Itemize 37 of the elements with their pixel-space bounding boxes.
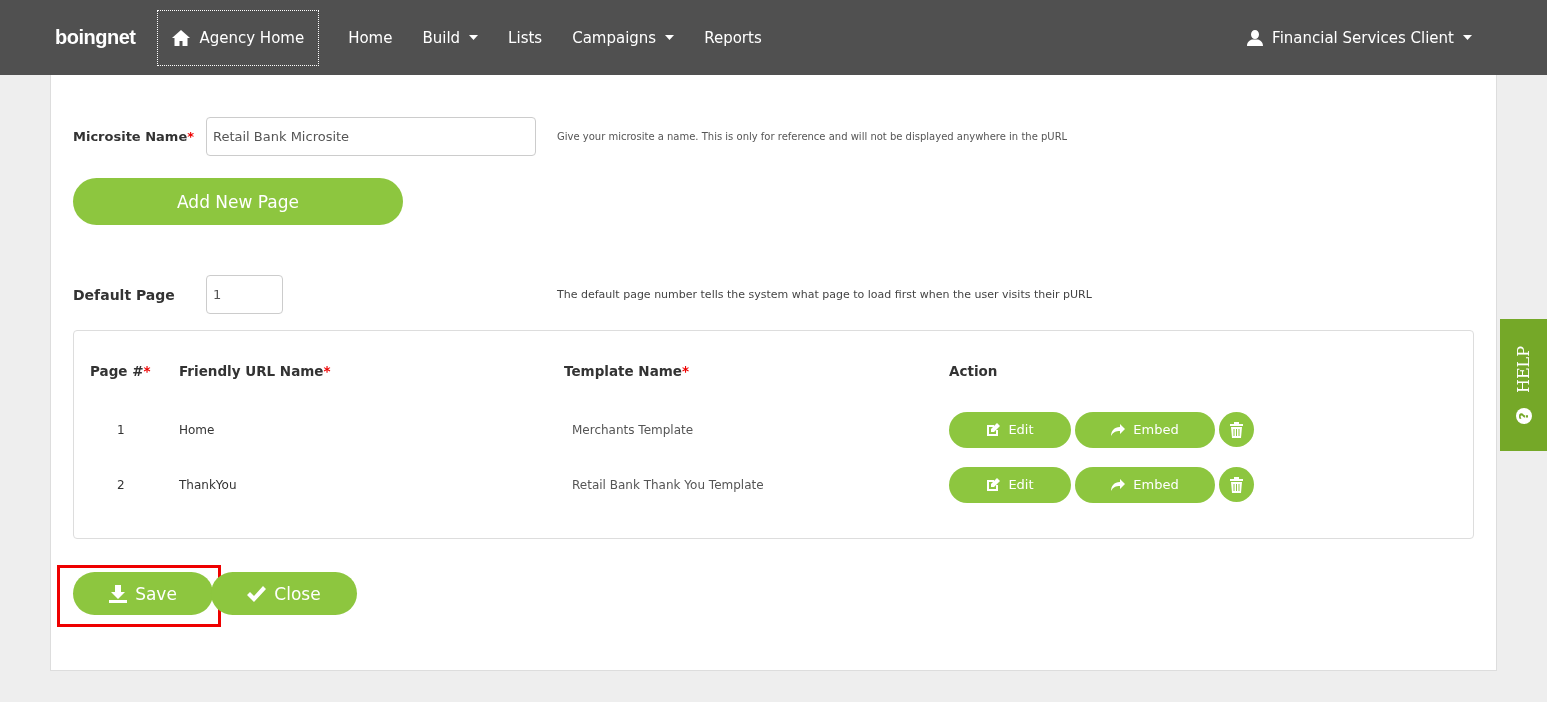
user-menu[interactable]: Financial Services Client [1232, 9, 1487, 66]
delete-button[interactable] [1219, 467, 1254, 502]
download-icon [109, 584, 128, 603]
hint-text: The default page number tells the system what page to load first when the user visits their pURL [557, 288, 1092, 301]
delete-button[interactable] [1219, 412, 1254, 447]
question-icon: ? [1515, 407, 1532, 424]
arrow-icon [1111, 478, 1126, 491]
table-cell-text: Home [179, 422, 216, 437]
user-icon [1247, 29, 1264, 46]
edit-icon [986, 477, 1001, 492]
table-cell-text: 2 [116, 477, 126, 492]
column-header: Action [949, 363, 999, 379]
edit-icon [986, 422, 1001, 437]
column-header: Page #* [90, 363, 152, 379]
trash-icon [1230, 476, 1243, 493]
nav-item[interactable]: Campaigns [557, 9, 690, 66]
field-label: Default Page [73, 286, 176, 303]
nav-item[interactable]: Build [407, 9, 494, 66]
arrow-icon [1111, 423, 1126, 436]
logo[interactable]: boingnet [55, 26, 136, 49]
nav-item[interactable]: Home [333, 9, 408, 66]
table-cell-text: Merchants Template [571, 422, 695, 437]
default-page-field[interactable]: 1 [206, 275, 283, 314]
table-cell-text: 1 [116, 422, 126, 437]
nav-item[interactable]: Agency Home [157, 9, 320, 66]
nav-item[interactable]: Reports [689, 9, 777, 66]
column-header: Friendly URL Name* [179, 363, 332, 379]
home-icon [172, 29, 191, 46]
table-cell-text: Retail Bank Thank You Template [571, 477, 765, 492]
column-header: Template Name* [564, 363, 691, 379]
table-cell-text: ThankYou [179, 477, 238, 492]
microsite-name-field[interactable]: Retail Bank Microsite [206, 117, 536, 156]
check-icon [247, 585, 267, 602]
trash-icon [1230, 421, 1243, 438]
hint-text: Give your microsite a name. This is only for reference and will not be displayed anywhere in the pURL [557, 131, 1068, 142]
field-label: Microsite Name* [73, 129, 196, 144]
nav-item[interactable]: Lists [493, 9, 558, 66]
